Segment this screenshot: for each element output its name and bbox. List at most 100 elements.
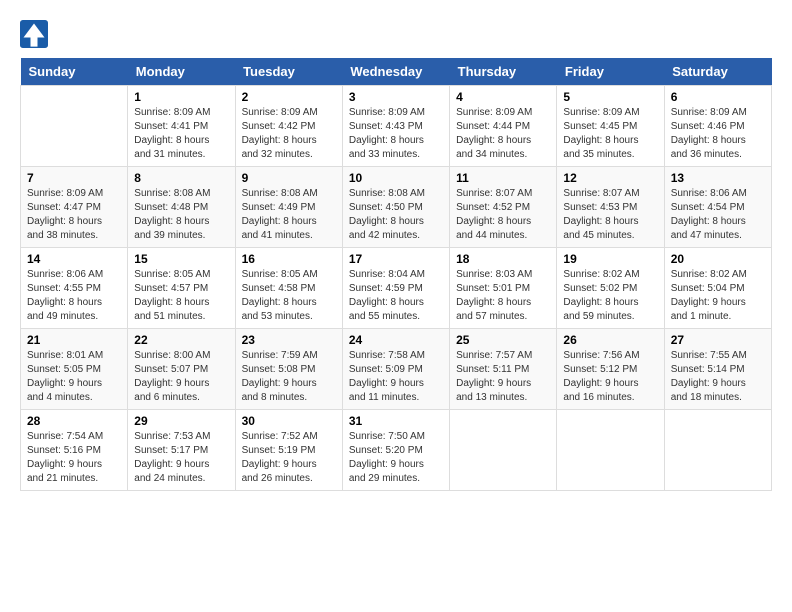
day-number: 14	[27, 252, 121, 266]
calendar-cell: 27 Sunrise: 7:55 AMSunset: 5:14 PMDaylig…	[664, 329, 771, 410]
day-info: Sunrise: 8:02 AMSunset: 5:02 PMDaylight:…	[563, 268, 657, 324]
calendar-cell: 22 Sunrise: 8:00 AMSunset: 5:07 PMDaylig…	[128, 329, 235, 410]
calendar-cell: 2 Sunrise: 8:09 AMSunset: 4:42 PMDayligh…	[235, 86, 342, 167]
day-number: 7	[27, 171, 121, 185]
day-info: Sunrise: 8:08 AMSunset: 4:49 PMDaylight:…	[242, 187, 336, 243]
day-number: 13	[671, 171, 765, 185]
day-info: Sunrise: 8:08 AMSunset: 4:50 PMDaylight:…	[349, 187, 443, 243]
day-number: 11	[456, 171, 550, 185]
day-info: Sunrise: 7:53 AMSunset: 5:17 PMDaylight:…	[134, 430, 228, 486]
day-info: Sunrise: 8:07 AMSunset: 4:53 PMDaylight:…	[563, 187, 657, 243]
day-number: 23	[242, 333, 336, 347]
logo	[20, 20, 52, 48]
day-number: 26	[563, 333, 657, 347]
calendar-cell: 5 Sunrise: 8:09 AMSunset: 4:45 PMDayligh…	[557, 86, 664, 167]
day-info: Sunrise: 7:59 AMSunset: 5:08 PMDaylight:…	[242, 349, 336, 405]
calendar-cell: 11 Sunrise: 8:07 AMSunset: 4:52 PMDaylig…	[450, 167, 557, 248]
calendar-cell: 6 Sunrise: 8:09 AMSunset: 4:46 PMDayligh…	[664, 86, 771, 167]
calendar-cell: 12 Sunrise: 8:07 AMSunset: 4:53 PMDaylig…	[557, 167, 664, 248]
day-info: Sunrise: 8:05 AMSunset: 4:58 PMDaylight:…	[242, 268, 336, 324]
day-header-tuesday: Tuesday	[235, 58, 342, 86]
day-info: Sunrise: 8:09 AMSunset: 4:44 PMDaylight:…	[456, 106, 550, 162]
calendar-cell: 1 Sunrise: 8:09 AMSunset: 4:41 PMDayligh…	[128, 86, 235, 167]
calendar-week-3: 14 Sunrise: 8:06 AMSunset: 4:55 PMDaylig…	[21, 248, 772, 329]
day-number: 21	[27, 333, 121, 347]
calendar-header-row: SundayMondayTuesdayWednesdayThursdayFrid…	[21, 58, 772, 86]
calendar-cell: 17 Sunrise: 8:04 AMSunset: 4:59 PMDaylig…	[342, 248, 449, 329]
calendar-week-1: 1 Sunrise: 8:09 AMSunset: 4:41 PMDayligh…	[21, 86, 772, 167]
day-number: 22	[134, 333, 228, 347]
day-number: 19	[563, 252, 657, 266]
calendar-cell: 23 Sunrise: 7:59 AMSunset: 5:08 PMDaylig…	[235, 329, 342, 410]
day-info: Sunrise: 8:05 AMSunset: 4:57 PMDaylight:…	[134, 268, 228, 324]
day-info: Sunrise: 7:54 AMSunset: 5:16 PMDaylight:…	[27, 430, 121, 486]
day-number: 29	[134, 414, 228, 428]
day-header-monday: Monday	[128, 58, 235, 86]
day-number: 15	[134, 252, 228, 266]
day-header-saturday: Saturday	[664, 58, 771, 86]
day-number: 4	[456, 90, 550, 104]
day-info: Sunrise: 8:02 AMSunset: 5:04 PMDaylight:…	[671, 268, 765, 324]
day-header-friday: Friday	[557, 58, 664, 86]
day-info: Sunrise: 7:55 AMSunset: 5:14 PMDaylight:…	[671, 349, 765, 405]
calendar-cell: 24 Sunrise: 7:58 AMSunset: 5:09 PMDaylig…	[342, 329, 449, 410]
day-number: 20	[671, 252, 765, 266]
calendar-cell: 14 Sunrise: 8:06 AMSunset: 4:55 PMDaylig…	[21, 248, 128, 329]
calendar-cell: 10 Sunrise: 8:08 AMSunset: 4:50 PMDaylig…	[342, 167, 449, 248]
day-number: 27	[671, 333, 765, 347]
calendar-cell: 13 Sunrise: 8:06 AMSunset: 4:54 PMDaylig…	[664, 167, 771, 248]
day-info: Sunrise: 8:00 AMSunset: 5:07 PMDaylight:…	[134, 349, 228, 405]
calendar-cell: 29 Sunrise: 7:53 AMSunset: 5:17 PMDaylig…	[128, 410, 235, 491]
calendar-cell: 31 Sunrise: 7:50 AMSunset: 5:20 PMDaylig…	[342, 410, 449, 491]
day-info: Sunrise: 8:07 AMSunset: 4:52 PMDaylight:…	[456, 187, 550, 243]
day-number: 1	[134, 90, 228, 104]
day-info: Sunrise: 8:09 AMSunset: 4:41 PMDaylight:…	[134, 106, 228, 162]
calendar-cell	[21, 86, 128, 167]
day-number: 16	[242, 252, 336, 266]
day-info: Sunrise: 8:08 AMSunset: 4:48 PMDaylight:…	[134, 187, 228, 243]
calendar-cell	[450, 410, 557, 491]
day-number: 17	[349, 252, 443, 266]
day-header-sunday: Sunday	[21, 58, 128, 86]
calendar-cell: 4 Sunrise: 8:09 AMSunset: 4:44 PMDayligh…	[450, 86, 557, 167]
day-number: 18	[456, 252, 550, 266]
day-info: Sunrise: 8:04 AMSunset: 4:59 PMDaylight:…	[349, 268, 443, 324]
calendar-cell: 7 Sunrise: 8:09 AMSunset: 4:47 PMDayligh…	[21, 167, 128, 248]
day-number: 31	[349, 414, 443, 428]
calendar-cell	[557, 410, 664, 491]
day-info: Sunrise: 8:01 AMSunset: 5:05 PMDaylight:…	[27, 349, 121, 405]
calendar-table: SundayMondayTuesdayWednesdayThursdayFrid…	[20, 58, 772, 491]
calendar-cell: 16 Sunrise: 8:05 AMSunset: 4:58 PMDaylig…	[235, 248, 342, 329]
calendar-cell: 20 Sunrise: 8:02 AMSunset: 5:04 PMDaylig…	[664, 248, 771, 329]
calendar-cell: 21 Sunrise: 8:01 AMSunset: 5:05 PMDaylig…	[21, 329, 128, 410]
logo-icon	[20, 20, 48, 48]
day-number: 3	[349, 90, 443, 104]
calendar-cell	[664, 410, 771, 491]
day-info: Sunrise: 7:57 AMSunset: 5:11 PMDaylight:…	[456, 349, 550, 405]
day-number: 2	[242, 90, 336, 104]
calendar-week-5: 28 Sunrise: 7:54 AMSunset: 5:16 PMDaylig…	[21, 410, 772, 491]
calendar-week-2: 7 Sunrise: 8:09 AMSunset: 4:47 PMDayligh…	[21, 167, 772, 248]
day-number: 8	[134, 171, 228, 185]
day-number: 6	[671, 90, 765, 104]
calendar-cell: 18 Sunrise: 8:03 AMSunset: 5:01 PMDaylig…	[450, 248, 557, 329]
calendar-cell: 19 Sunrise: 8:02 AMSunset: 5:02 PMDaylig…	[557, 248, 664, 329]
day-number: 12	[563, 171, 657, 185]
day-number: 28	[27, 414, 121, 428]
calendar-cell: 28 Sunrise: 7:54 AMSunset: 5:16 PMDaylig…	[21, 410, 128, 491]
calendar-cell: 9 Sunrise: 8:08 AMSunset: 4:49 PMDayligh…	[235, 167, 342, 248]
calendar-cell: 15 Sunrise: 8:05 AMSunset: 4:57 PMDaylig…	[128, 248, 235, 329]
day-info: Sunrise: 7:52 AMSunset: 5:19 PMDaylight:…	[242, 430, 336, 486]
day-info: Sunrise: 8:06 AMSunset: 4:54 PMDaylight:…	[671, 187, 765, 243]
day-info: Sunrise: 8:09 AMSunset: 4:46 PMDaylight:…	[671, 106, 765, 162]
day-header-wednesday: Wednesday	[342, 58, 449, 86]
calendar-cell: 8 Sunrise: 8:08 AMSunset: 4:48 PMDayligh…	[128, 167, 235, 248]
header	[20, 20, 772, 48]
day-number: 10	[349, 171, 443, 185]
day-number: 24	[349, 333, 443, 347]
day-header-thursday: Thursday	[450, 58, 557, 86]
day-info: Sunrise: 8:06 AMSunset: 4:55 PMDaylight:…	[27, 268, 121, 324]
day-info: Sunrise: 8:09 AMSunset: 4:43 PMDaylight:…	[349, 106, 443, 162]
day-info: Sunrise: 7:56 AMSunset: 5:12 PMDaylight:…	[563, 349, 657, 405]
day-info: Sunrise: 7:50 AMSunset: 5:20 PMDaylight:…	[349, 430, 443, 486]
